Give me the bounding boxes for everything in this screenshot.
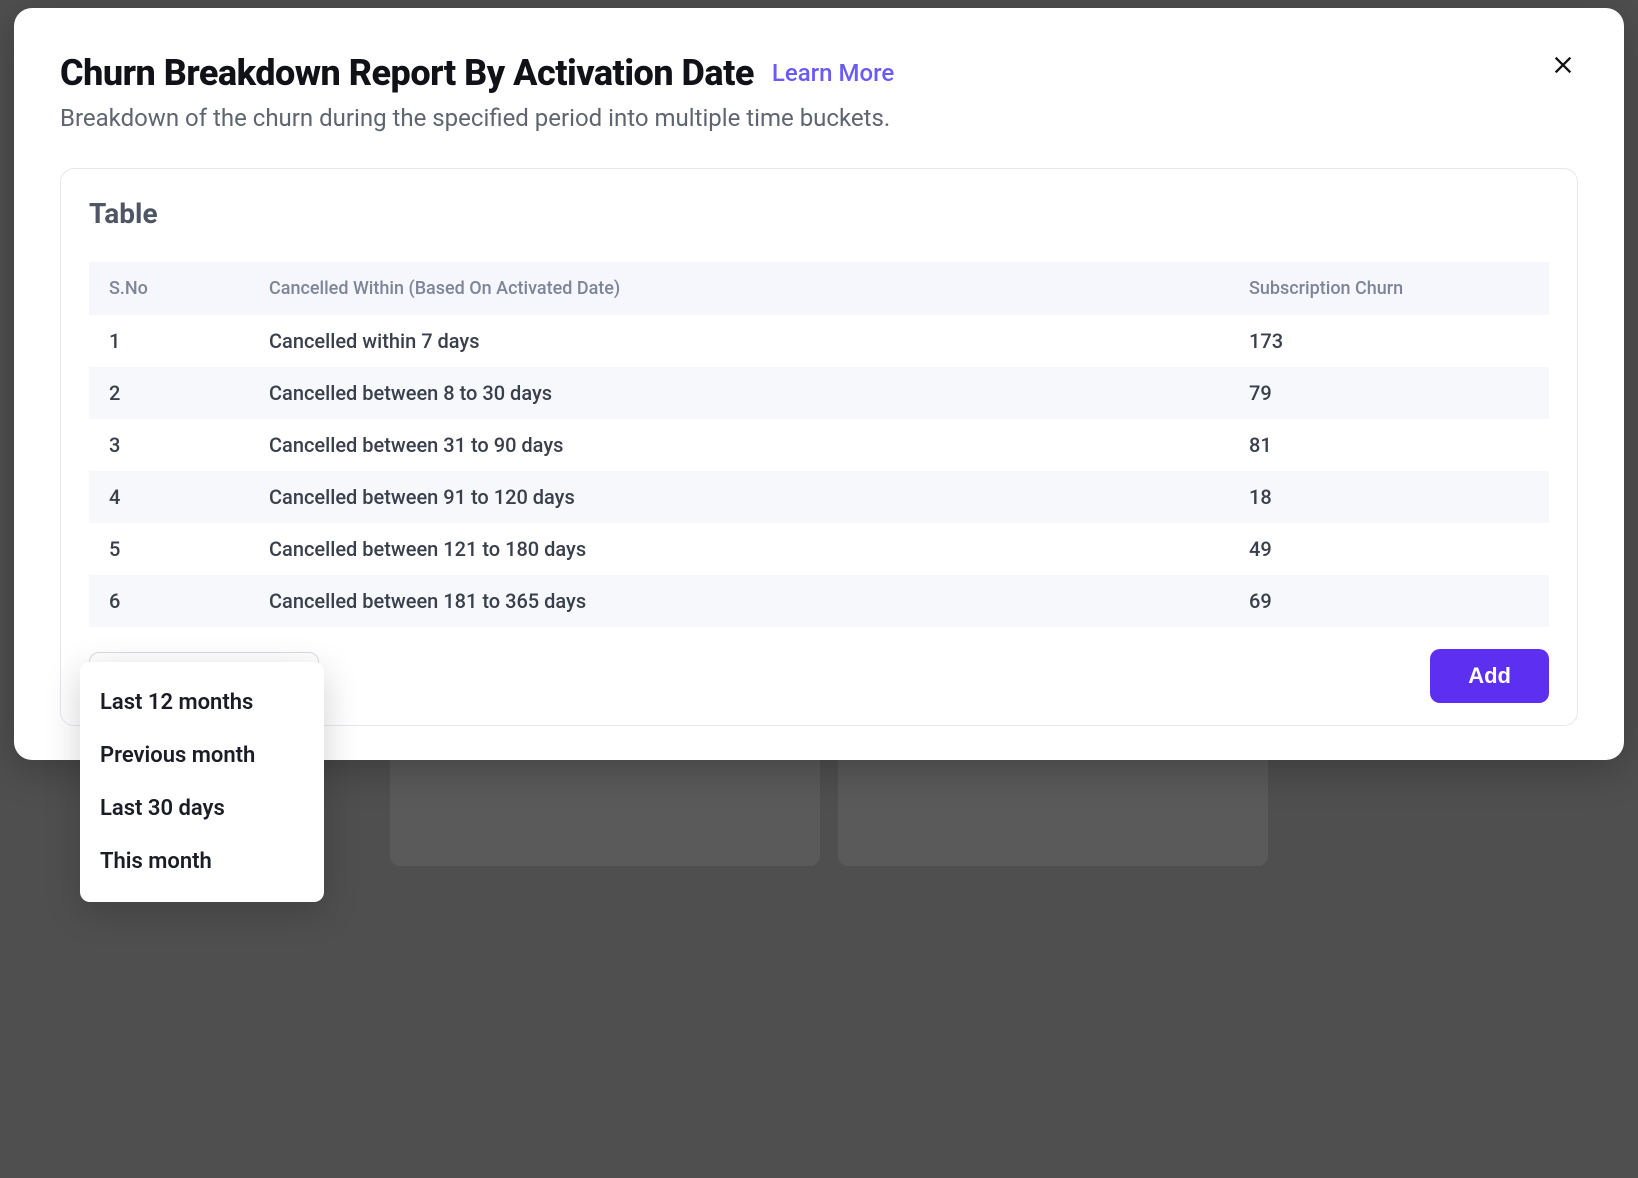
- cell-churn: 18: [1229, 471, 1549, 523]
- time-range-dropdown: Last 12 monthsPrevious monthLast 30 days…: [80, 662, 324, 902]
- cell-label: Cancelled between 181 to 365 days: [249, 575, 1229, 627]
- col-churn: Subscription Churn: [1229, 262, 1549, 315]
- table-row: 4Cancelled between 91 to 120 days18: [89, 471, 1549, 523]
- cell-label: Cancelled between 121 to 180 days: [249, 523, 1229, 575]
- table-header-row: S.No Cancelled Within (Based On Activate…: [89, 262, 1549, 315]
- table-row: 1Cancelled within 7 days173: [89, 315, 1549, 367]
- cell-churn: 79: [1229, 367, 1549, 419]
- cell-label: Cancelled within 7 days: [249, 315, 1229, 367]
- learn-more-link[interactable]: Learn More: [772, 59, 894, 87]
- cell-churn: 69: [1229, 575, 1549, 627]
- col-sno: S.No: [89, 262, 249, 315]
- modal-header: Churn Breakdown Report By Activation Dat…: [60, 52, 1578, 132]
- table-card: Table S.No Cancelled Within (Based On Ac…: [60, 168, 1578, 726]
- close-button[interactable]: [1548, 52, 1578, 82]
- cell-label: Cancelled between 31 to 90 days: [249, 419, 1229, 471]
- cell-sno: 2: [89, 367, 249, 419]
- cell-label: Cancelled between 91 to 120 days: [249, 471, 1229, 523]
- time-range-option[interactable]: Last 30 days: [80, 782, 324, 835]
- add-button[interactable]: Add: [1430, 649, 1549, 703]
- table-row: 6Cancelled between 181 to 365 days69: [89, 575, 1549, 627]
- time-range-option[interactable]: Last 12 months: [80, 676, 324, 729]
- time-range-option[interactable]: Previous month: [80, 729, 324, 782]
- cell-sno: 4: [89, 471, 249, 523]
- table-row: 5Cancelled between 121 to 180 days49: [89, 523, 1549, 575]
- time-range-option[interactable]: This month: [80, 835, 324, 888]
- churn-table: S.No Cancelled Within (Based On Activate…: [89, 262, 1549, 627]
- modal-title: Churn Breakdown Report By Activation Dat…: [60, 52, 754, 94]
- table-row: 2Cancelled between 8 to 30 days79: [89, 367, 1549, 419]
- col-label: Cancelled Within (Based On Activated Dat…: [249, 262, 1229, 315]
- modal-subtitle: Breakdown of the churn during the specif…: [60, 104, 1530, 132]
- table-wrap: S.No Cancelled Within (Based On Activate…: [89, 262, 1549, 627]
- churn-report-modal: Churn Breakdown Report By Activation Dat…: [14, 8, 1624, 760]
- cell-churn: 49: [1229, 523, 1549, 575]
- cell-sno: 5: [89, 523, 249, 575]
- cell-sno: 3: [89, 419, 249, 471]
- close-icon: [1552, 54, 1574, 80]
- cell-churn: 81: [1229, 419, 1549, 471]
- cell-churn: 173: [1229, 315, 1549, 367]
- cell-sno: 1: [89, 315, 249, 367]
- table-row: 3Cancelled between 31 to 90 days81: [89, 419, 1549, 471]
- cell-sno: 6: [89, 575, 249, 627]
- card-title: Table: [89, 197, 1549, 230]
- cell-label: Cancelled between 8 to 30 days: [249, 367, 1229, 419]
